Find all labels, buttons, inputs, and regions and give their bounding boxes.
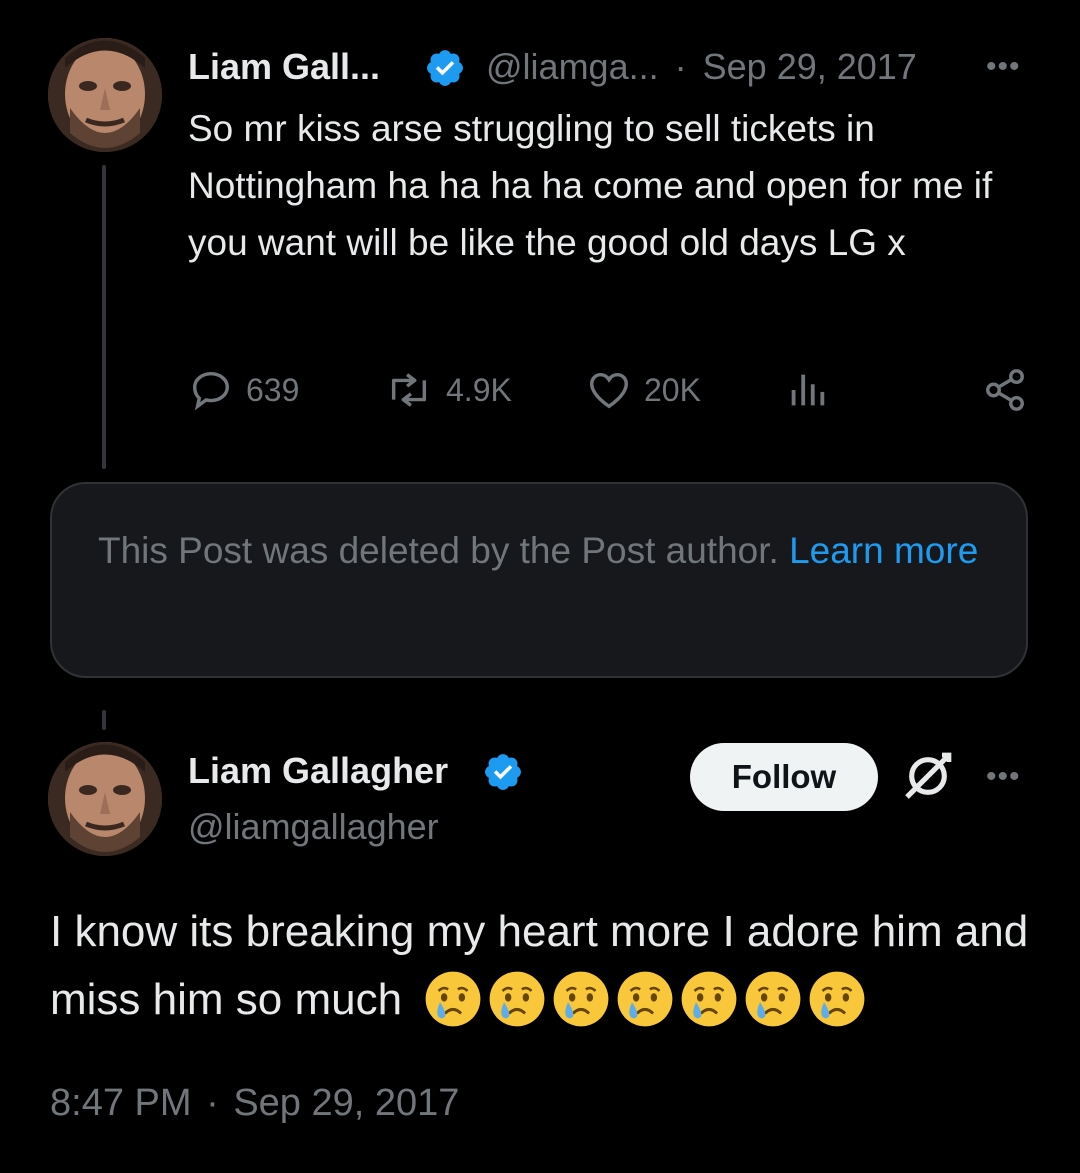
verified-badge-icon[interactable] — [482, 751, 524, 793]
share-button[interactable] — [982, 362, 1040, 418]
like-button[interactable]: 20K — [586, 362, 701, 418]
like-count: 20K — [644, 371, 701, 408]
parent-date[interactable]: Sep 29, 2017 — [703, 46, 917, 87]
parent-action-bar: 639 4.9K 20K — [188, 362, 1030, 418]
parent-more-button[interactable]: ••• — [986, 52, 1021, 82]
verified-badge-icon[interactable] — [424, 47, 466, 89]
reply-button[interactable]: 639 — [188, 362, 299, 418]
repost-button[interactable]: 4.9K — [384, 362, 512, 418]
follow-button[interactable]: Follow — [690, 743, 878, 811]
crying-face-icon — [617, 971, 673, 1027]
main-more-button[interactable]: ••• — [986, 762, 1021, 792]
crying-face-icon — [745, 971, 801, 1027]
grok-icon[interactable] — [900, 748, 956, 804]
reply-icon — [192, 371, 230, 411]
share-icon — [986, 369, 1024, 411]
crying-face-icon — [489, 971, 545, 1027]
parent-post-text: So mr kiss arse struggling to sell ticke… — [188, 108, 993, 263]
avatar-main[interactable] — [48, 742, 162, 856]
post-time: 8:47 PM — [50, 1082, 192, 1124]
crying-face-icon — [681, 971, 737, 1027]
post-date: Sep 29, 2017 — [233, 1082, 460, 1124]
crying-face-icon — [425, 971, 481, 1027]
main-handle[interactable]: @liamgallagher — [188, 806, 439, 848]
avatar-face-icon — [48, 742, 162, 856]
repost-icon — [391, 373, 427, 407]
main-post-text-block: I know its breaking my heart more I ador… — [50, 898, 1050, 1034]
deleted-notice-text: This Post was deleted by the Post author… — [98, 530, 779, 571]
crying-face-icon — [809, 971, 865, 1027]
repost-count: 4.9K — [446, 371, 512, 408]
emoji-row — [424, 971, 872, 1028]
heart-icon — [590, 372, 628, 409]
avatar-parent[interactable] — [48, 38, 162, 152]
deleted-post-notice: This Post was deleted by the Post author… — [50, 482, 1028, 678]
parent-handle[interactable]: @liamga... · Sep 29, 2017 — [486, 46, 917, 88]
parent-display-name[interactable]: Liam Gall... — [188, 46, 380, 88]
parent-separator: · — [674, 46, 687, 87]
learn-more-link[interactable]: Learn more — [789, 530, 978, 571]
crying-face-icon — [553, 971, 609, 1027]
views-chart-icon — [791, 374, 825, 406]
avatar-face-icon — [48, 38, 162, 152]
main-display-name[interactable]: Liam Gallagher — [188, 750, 448, 792]
post-timestamp[interactable]: 8:47 PM · Sep 29, 2017 — [50, 1082, 459, 1125]
thread-line-top — [102, 165, 106, 469]
views-button[interactable] — [784, 362, 842, 418]
thread-line-bottom — [102, 710, 106, 730]
parent-handle-text: @liamga... — [486, 46, 659, 87]
reply-count: 639 — [246, 371, 300, 408]
timestamp-separator: · — [206, 1082, 219, 1124]
